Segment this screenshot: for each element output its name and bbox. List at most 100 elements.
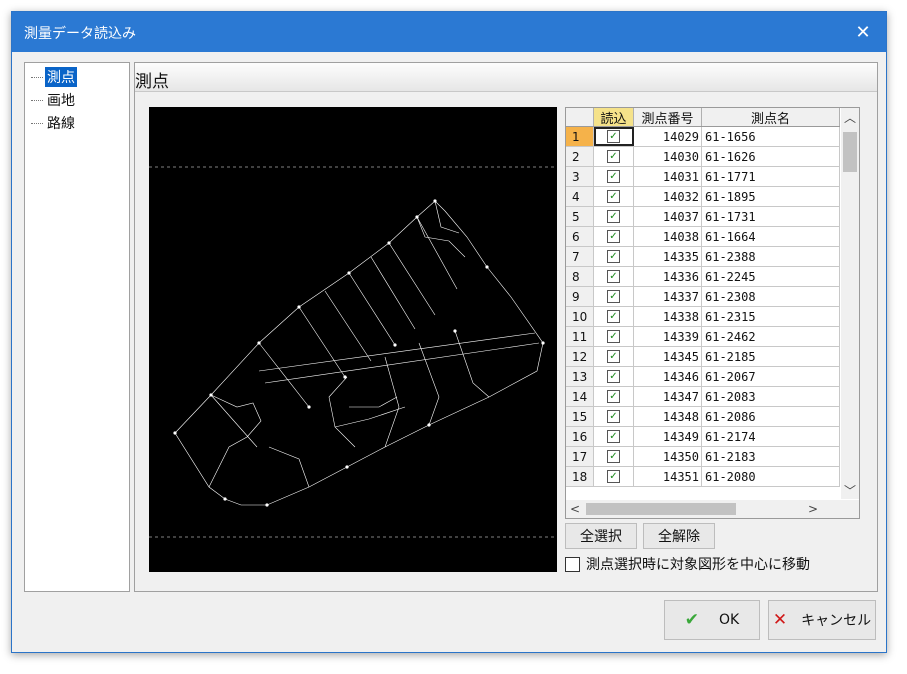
row-number[interactable]: 12 [566, 347, 594, 366]
vertical-scroll-thumb[interactable] [843, 132, 857, 172]
point-name-cell[interactable]: 61-2174 [702, 427, 840, 446]
point-number-cell[interactable]: 14339 [634, 327, 702, 346]
point-name-cell[interactable]: 61-2185 [702, 347, 840, 366]
point-name-cell[interactable]: 61-1731 [702, 207, 840, 226]
point-number-cell[interactable]: 14349 [634, 427, 702, 446]
table-row[interactable]: 2 ✓ 14030 61-1626 [566, 147, 840, 167]
table-row[interactable]: 15 ✓ 14348 61-2086 [566, 407, 840, 427]
point-number-cell[interactable]: 14337 [634, 287, 702, 306]
load-checkbox[interactable]: ✓ [607, 290, 620, 303]
ok-button[interactable]: ✔ OK [664, 600, 760, 640]
header-point-number[interactable]: 測点番号 [634, 108, 702, 127]
point-number-cell[interactable]: 14351 [634, 467, 702, 486]
load-checkbox[interactable]: ✓ [607, 370, 620, 383]
point-number-cell[interactable]: 14336 [634, 267, 702, 286]
row-number[interactable]: 13 [566, 367, 594, 386]
row-number[interactable]: 2 [566, 147, 594, 166]
row-number[interactable]: 4 [566, 187, 594, 206]
point-name-cell[interactable]: 61-2086 [702, 407, 840, 426]
center-on-select-option[interactable]: 測点選択時に対象図形を中心に移動 [565, 554, 810, 574]
row-number[interactable]: 3 [566, 167, 594, 186]
load-checkbox[interactable]: ✓ [607, 270, 620, 283]
point-number-cell[interactable]: 14338 [634, 307, 702, 326]
load-checkbox[interactable]: ✓ [607, 450, 620, 463]
scroll-down-icon[interactable]: ﹀ [841, 481, 859, 499]
select-all-button[interactable]: 全選択 [565, 523, 637, 549]
row-number[interactable]: 15 [566, 407, 594, 426]
header-point-name[interactable]: 測点名 [702, 108, 840, 127]
point-number-cell[interactable]: 14345 [634, 347, 702, 366]
tree-item-parcels[interactable]: 画地 [31, 90, 77, 110]
load-checkbox[interactable]: ✓ [607, 330, 620, 343]
horizontal-scroll-thumb[interactable] [586, 503, 736, 515]
row-number[interactable]: 1 [566, 127, 594, 146]
row-number[interactable]: 8 [566, 267, 594, 286]
table-row[interactable]: 3 ✓ 14031 61-1771 [566, 167, 840, 187]
load-checkbox[interactable]: ✓ [607, 130, 620, 143]
table-row[interactable]: 6 ✓ 14038 61-1664 [566, 227, 840, 247]
row-number[interactable]: 7 [566, 247, 594, 266]
point-number-cell[interactable]: 14029 [634, 127, 702, 146]
header-load[interactable]: 読込 [594, 108, 634, 127]
point-name-cell[interactable]: 61-2308 [702, 287, 840, 306]
load-checkbox[interactable]: ✓ [607, 430, 620, 443]
row-number[interactable]: 16 [566, 427, 594, 446]
point-name-cell[interactable]: 61-1626 [702, 147, 840, 166]
horizontal-scrollbar[interactable]: < > [566, 500, 841, 518]
table-row[interactable]: 10 ✓ 14338 61-2315 [566, 307, 840, 327]
point-number-cell[interactable]: 14032 [634, 187, 702, 206]
tree-item-survey-points[interactable]: 測点 [31, 67, 77, 87]
load-checkbox[interactable]: ✓ [607, 250, 620, 263]
scroll-up-icon[interactable]: ︿ [841, 108, 859, 126]
row-number[interactable]: 5 [566, 207, 594, 226]
point-number-cell[interactable]: 14038 [634, 227, 702, 246]
point-name-cell[interactable]: 61-2462 [702, 327, 840, 346]
table-row[interactable]: 12 ✓ 14345 61-2185 [566, 347, 840, 367]
row-number[interactable]: 17 [566, 447, 594, 466]
row-number[interactable]: 10 [566, 307, 594, 326]
table-row[interactable]: 14 ✓ 14347 61-2083 [566, 387, 840, 407]
row-number[interactable]: 9 [566, 287, 594, 306]
table-row[interactable]: 13 ✓ 14346 61-2067 [566, 367, 840, 387]
load-checkbox[interactable]: ✓ [607, 190, 620, 203]
point-name-cell[interactable]: 61-2080 [702, 467, 840, 486]
row-number[interactable]: 18 [566, 467, 594, 486]
point-name-cell[interactable]: 61-2083 [702, 387, 840, 406]
load-checkbox[interactable]: ✓ [607, 350, 620, 363]
point-name-cell[interactable]: 61-2388 [702, 247, 840, 266]
survey-point-grid[interactable]: 読込 測点番号 測点名 1 ✓ 14029 61-1656 2 ✓ 14030 61-1626… [565, 107, 860, 519]
row-number[interactable]: 6 [566, 227, 594, 246]
load-checkbox[interactable]: ✓ [607, 210, 620, 223]
table-row[interactable]: 5 ✓ 14037 61-1731 [566, 207, 840, 227]
load-checkbox[interactable]: ✓ [607, 150, 620, 163]
table-row[interactable]: 18 ✓ 14351 61-2080 [566, 467, 840, 487]
row-number[interactable]: 11 [566, 327, 594, 346]
table-row[interactable]: 17 ✓ 14350 61-2183 [566, 447, 840, 467]
load-checkbox[interactable]: ✓ [607, 310, 620, 323]
table-row[interactable]: 4 ✓ 14032 61-1895 [566, 187, 840, 207]
scroll-left-icon[interactable]: < [566, 500, 584, 518]
preview-canvas[interactable] [149, 107, 557, 572]
table-row[interactable]: 11 ✓ 14339 61-2462 [566, 327, 840, 347]
point-name-cell[interactable]: 61-2183 [702, 447, 840, 466]
point-name-cell[interactable]: 61-2067 [702, 367, 840, 386]
cancel-button[interactable]: ✕ キャンセル [768, 600, 876, 640]
point-number-cell[interactable]: 14037 [634, 207, 702, 226]
tree-item-routes[interactable]: 路線 [31, 113, 77, 133]
point-name-cell[interactable]: 61-1664 [702, 227, 840, 246]
point-name-cell[interactable]: 61-2245 [702, 267, 840, 286]
close-button[interactable]: ✕ [840, 12, 886, 52]
point-number-cell[interactable]: 14030 [634, 147, 702, 166]
table-row[interactable]: 7 ✓ 14335 61-2388 [566, 247, 840, 267]
point-number-cell[interactable]: 14350 [634, 447, 702, 466]
point-number-cell[interactable]: 14346 [634, 367, 702, 386]
point-name-cell[interactable]: 61-1895 [702, 187, 840, 206]
center-on-select-checkbox[interactable] [565, 556, 580, 572]
load-checkbox[interactable]: ✓ [607, 390, 620, 403]
point-number-cell[interactable]: 14335 [634, 247, 702, 266]
load-checkbox[interactable]: ✓ [607, 410, 620, 423]
point-number-cell[interactable]: 14031 [634, 167, 702, 186]
point-name-cell[interactable]: 61-2315 [702, 307, 840, 326]
table-row[interactable]: 1 ✓ 14029 61-1656 [566, 127, 840, 147]
point-name-cell[interactable]: 61-1656 [702, 127, 840, 146]
